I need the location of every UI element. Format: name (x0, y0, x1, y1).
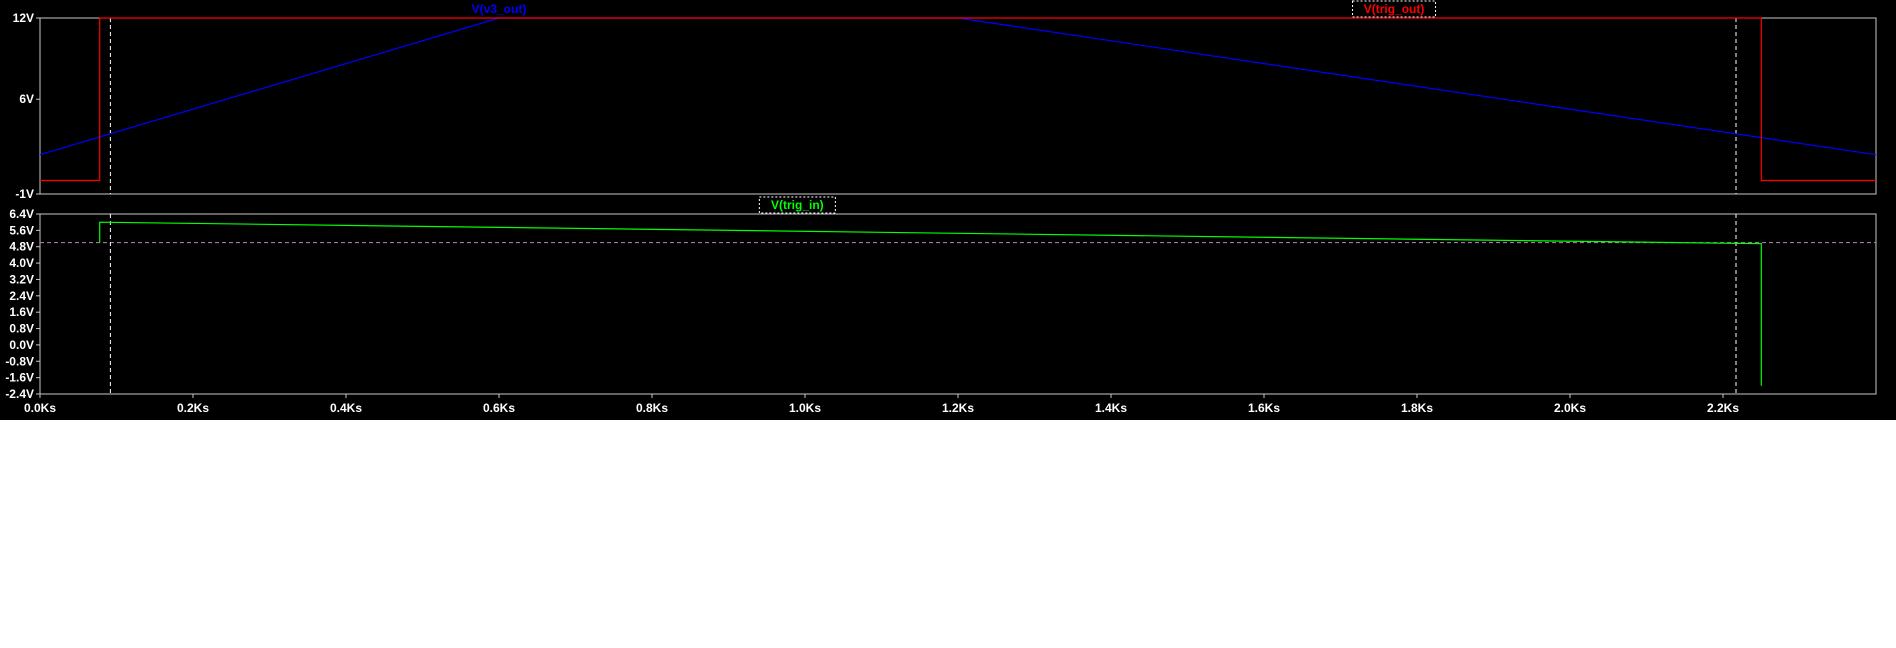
trace-v-v3-out (39, 17, 1877, 156)
x-tick-label: 0.6Ks (483, 401, 515, 415)
x-tick-label: 0.0Ks (24, 401, 56, 415)
y-tick-label: 4.8V (9, 240, 34, 254)
y-tick-label: -2.4V (5, 387, 34, 401)
y-tick-label: -0.8V (5, 354, 34, 368)
waveform-plot[interactable]: 12V 6V -1V V(v3_out) V(trig_out) 6.4V 5.6V 4.8V… (0, 0, 1896, 420)
y-tick-label: 4.0V (9, 256, 34, 270)
x-tick-label: 0.4Ks (330, 401, 362, 415)
waveform-viewer[interactable]: 12V 6V -1V V(v3_out) V(trig_out) 6.4V 5.6V 4.8V… (0, 0, 1896, 420)
x-tick-label: 1.2Ks (942, 401, 974, 415)
trace-label[interactable]: V(trig_in) (771, 198, 824, 212)
y-tick-label: 0.8V (9, 322, 34, 336)
y-tick-label: 5.6V (9, 223, 34, 237)
trace-label[interactable]: V(trig_out) (1364, 2, 1425, 16)
x-tick-label: 1.0Ks (789, 401, 821, 415)
y-tick-label: 1.6V (9, 305, 34, 319)
y-tick-label: 12V (13, 11, 34, 25)
x-tick-label: 0.2Ks (177, 401, 209, 415)
x-tick-label: 1.8Ks (1401, 401, 1433, 415)
x-tick-label: 2.0Ks (1554, 401, 1586, 415)
y-tick-label: -1.6V (5, 371, 34, 385)
plot-pane-bottom (39, 213, 1877, 395)
y-tick-label: 3.2V (9, 272, 34, 286)
plot-pane-top (39, 17, 1877, 195)
trace-v-trig-out (40, 17, 1876, 182)
y-tick-label: 2.4V (9, 289, 34, 303)
y-tick-label: 6.4V (9, 207, 34, 221)
x-tick-label: 2.2Ks (1707, 401, 1739, 415)
y-tick-label: 0.0V (9, 338, 34, 352)
trace-label[interactable]: V(v3_out) (472, 2, 527, 16)
x-tick-label: 1.4Ks (1095, 401, 1127, 415)
x-tick-label: 0.8Ks (636, 401, 668, 415)
trace-v-trig-in (99, 221, 1762, 386)
y-tick-label: 6V (19, 92, 34, 106)
y-tick-label: -1V (15, 187, 34, 201)
x-tick-label: 1.6Ks (1248, 401, 1280, 415)
